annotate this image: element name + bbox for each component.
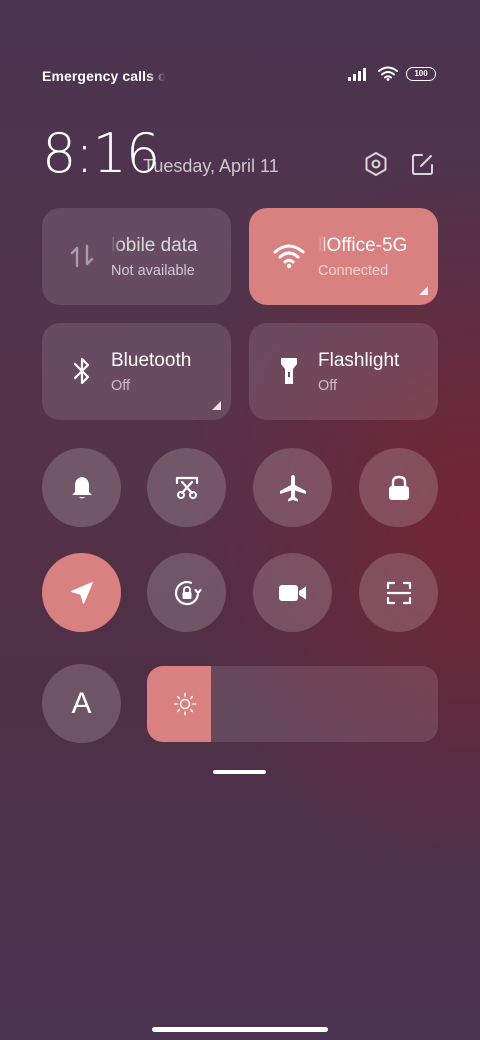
location-arrow-icon (70, 581, 93, 604)
rotation-lock-toggle[interactable] (147, 553, 226, 632)
signal-icon (348, 67, 366, 81)
home-indicator[interactable] (152, 1027, 328, 1032)
lock-screen-toggle[interactable] (359, 448, 438, 527)
wifi-icon (271, 238, 307, 274)
status-bar: Emergency calls o 100 (42, 66, 436, 86)
text-size-label: A (71, 686, 92, 720)
rotation-lock-icon (174, 580, 202, 605)
flashlight-title: Flashlight (318, 350, 400, 371)
scan-icon (386, 581, 411, 604)
carrier-text: Emergency calls o (42, 68, 166, 84)
bell-icon (71, 476, 92, 498)
flashlight-icon (271, 353, 307, 389)
sun-icon (173, 692, 197, 716)
flashlight-status: Off (318, 378, 338, 394)
panel-drag-handle[interactable] (213, 770, 266, 774)
scanner-toggle[interactable] (359, 553, 438, 632)
flashlight-tile[interactable]: Flashlight Off (249, 323, 438, 420)
airplane-icon (279, 474, 306, 501)
wifi-network-name: llOffice-5G (318, 235, 408, 256)
mobile-data-tile[interactable]: lobile data Not available (42, 208, 231, 305)
wifi-tile[interactable]: llOffice-5G Connected (249, 208, 438, 305)
scissors-screenshot-icon (175, 476, 198, 499)
lock-icon (388, 475, 409, 500)
brightness-slider[interactable] (147, 666, 438, 742)
battery-indicator: 100 (406, 66, 436, 81)
bluetooth-status: Off (111, 378, 131, 394)
edit-icon[interactable] (409, 150, 437, 178)
mobile-data-title: lobile data (111, 235, 198, 256)
text-size-button[interactable]: A (42, 664, 121, 743)
bluetooth-icon (64, 353, 100, 389)
expand-corner-icon[interactable] (419, 286, 428, 295)
mobile-data-status: Not available (111, 263, 195, 279)
screenshot-toggle[interactable] (147, 448, 226, 527)
clock: 8:16 (42, 122, 160, 185)
video-camera-icon (278, 584, 306, 601)
date: Tuesday, April 11 (143, 156, 279, 176)
mobile-data-icon (64, 238, 100, 274)
status-icons: 100 (348, 66, 436, 81)
wifi-status-icon (378, 66, 398, 81)
bluetooth-title: Bluetooth (111, 350, 192, 371)
screen-recorder-toggle[interactable] (253, 553, 332, 632)
expand-corner-icon[interactable] (212, 401, 221, 410)
airplane-mode-toggle[interactable] (253, 448, 332, 527)
wifi-status: Connected (318, 263, 389, 279)
bluetooth-tile[interactable]: Bluetooth Off (42, 323, 231, 420)
location-toggle[interactable] (42, 553, 121, 632)
settings-icon[interactable] (362, 150, 390, 178)
mute-toggle[interactable] (42, 448, 121, 527)
